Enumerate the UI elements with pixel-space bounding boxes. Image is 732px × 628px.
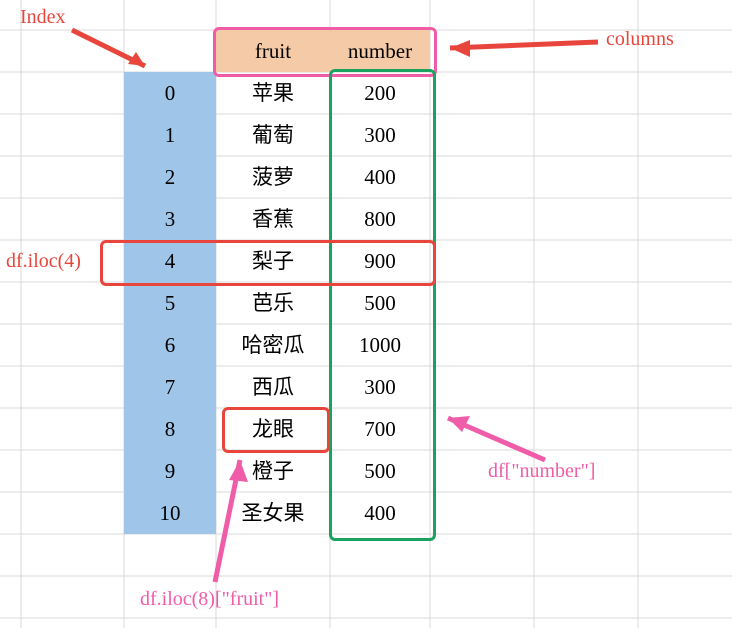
arrow-index — [72, 30, 145, 66]
diagram-canvas: fruit number 0 苹果 200 1 葡萄 300 2 菠萝 400 … — [0, 0, 732, 628]
arrow-columns — [450, 40, 598, 57]
arrow-number-col — [448, 416, 545, 460]
annotation-arrows — [0, 0, 732, 628]
arrow-iloc8fruit — [215, 460, 248, 582]
